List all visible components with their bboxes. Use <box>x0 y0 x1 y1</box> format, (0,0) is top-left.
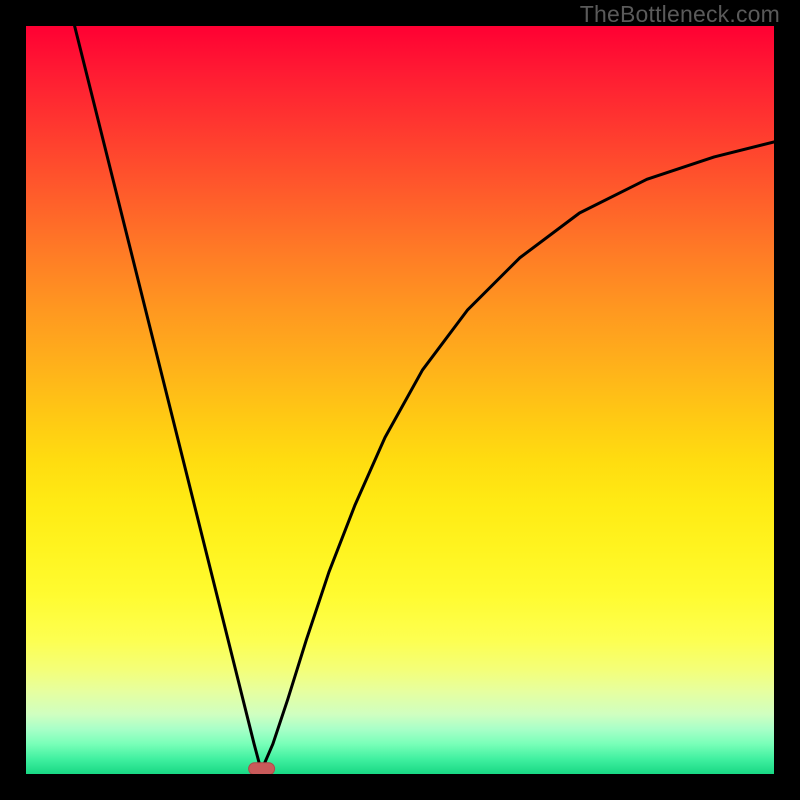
curve-left-branch <box>75 26 261 767</box>
optimum-marker <box>249 763 275 774</box>
optimum-marker-pill <box>249 763 275 774</box>
watermark-text: TheBottleneck.com <box>580 1 780 28</box>
plot-area <box>26 26 774 774</box>
curve-layer <box>26 26 774 774</box>
bottleneck-curve <box>75 26 774 767</box>
chart-frame <box>0 0 800 800</box>
curve-right-branch <box>263 142 774 767</box>
